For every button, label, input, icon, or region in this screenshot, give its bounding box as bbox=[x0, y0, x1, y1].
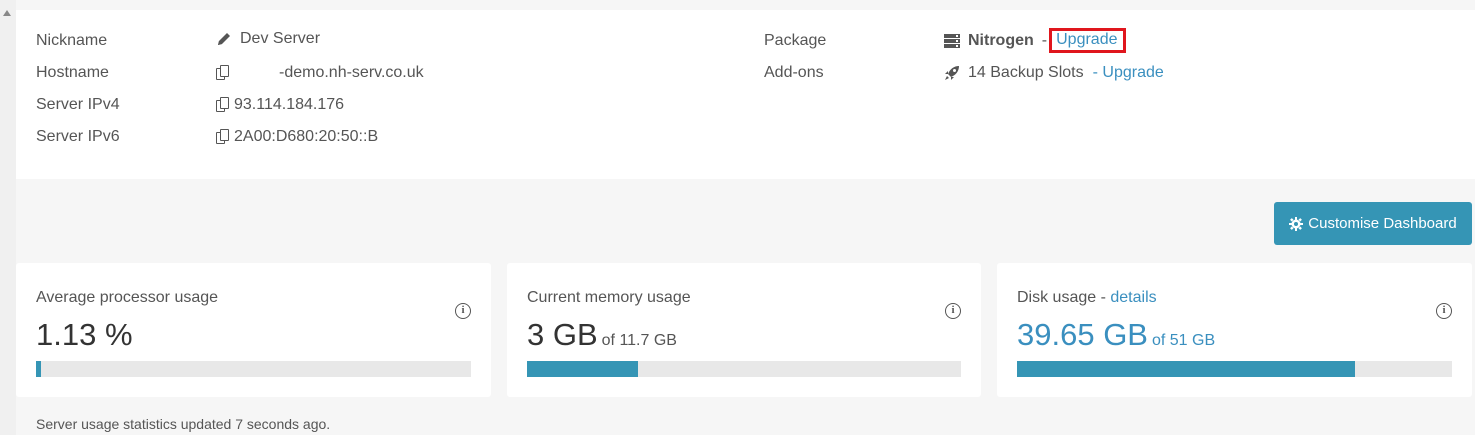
disk-card-title: Disk usage - details bbox=[1017, 289, 1157, 307]
cpu-usage-value: 1.13 % bbox=[36, 317, 133, 353]
addons-upgrade-link[interactable]: - Upgrade bbox=[1093, 64, 1164, 82]
memory-usage-bar-fill bbox=[527, 361, 638, 377]
package-name: Nitrogen bbox=[968, 31, 1034, 49]
copy-icon[interactable] bbox=[216, 65, 230, 81]
disk-usage-bar bbox=[1017, 361, 1452, 377]
info-icon[interactable]: i bbox=[455, 303, 471, 319]
hostname-label: Hostname bbox=[36, 64, 109, 81]
addons-value: 14 Backup Slots bbox=[968, 64, 1084, 81]
info-icon[interactable]: i bbox=[945, 303, 961, 319]
memory-usage-bar bbox=[527, 361, 961, 377]
scrollbar[interactable] bbox=[0, 0, 16, 435]
disk-total-text: of 51 GB bbox=[1151, 332, 1216, 349]
ipv6-field: 2A00:D680:20:50::B bbox=[216, 128, 378, 146]
info-icon[interactable]: i bbox=[1436, 303, 1452, 319]
memory-usage-card: Current memory usage 3 GB of 11.7 GB i bbox=[507, 263, 981, 397]
copy-icon[interactable] bbox=[216, 129, 230, 145]
memory-card-title: Current memory usage bbox=[527, 289, 691, 306]
cpu-card-title: Average processor usage bbox=[36, 289, 219, 306]
server-info-panel: Nickname Dev Server Hostname -demo.nh-se… bbox=[16, 10, 1475, 179]
package-label: Package bbox=[764, 32, 827, 49]
customise-dashboard-label: Customise Dashboard bbox=[1308, 215, 1457, 232]
rocket-icon bbox=[944, 65, 960, 81]
cpu-usage-bar bbox=[36, 361, 471, 377]
usage-stats-status: Server usage statistics updated 7 second… bbox=[36, 416, 331, 432]
memory-value-text: 3 GB bbox=[527, 317, 598, 352]
disk-title-text: Disk usage - bbox=[1017, 289, 1111, 306]
customise-dashboard-button[interactable]: Customise Dashboard bbox=[1274, 202, 1472, 245]
disk-usage-bar-fill bbox=[1017, 361, 1355, 377]
addons-field: 14 Backup Slots - Upgrade bbox=[944, 64, 1164, 82]
memory-usage-value: 3 GB of 11.7 GB bbox=[527, 317, 677, 353]
package-upgrade-link[interactable]: Upgrade bbox=[1056, 31, 1117, 48]
ipv4-label: Server IPv4 bbox=[36, 96, 120, 113]
nickname-label: Nickname bbox=[36, 32, 108, 49]
disk-usage-card: Disk usage - details 39.65 GB of 51 GB i bbox=[997, 263, 1472, 397]
disk-details-link[interactable]: details bbox=[1110, 289, 1156, 306]
gear-icon bbox=[1289, 216, 1304, 231]
ipv4-field: 93.114.184.176 bbox=[216, 96, 344, 114]
memory-total-text: of 11.7 GB bbox=[601, 332, 677, 349]
pencil-icon[interactable] bbox=[216, 31, 232, 47]
server-icon bbox=[944, 33, 960, 48]
nickname-value: Dev Server bbox=[240, 30, 321, 47]
disk-value-text: 39.65 GB bbox=[1017, 317, 1148, 352]
copy-icon[interactable] bbox=[216, 97, 230, 113]
cpu-usage-bar-fill bbox=[36, 361, 41, 377]
disk-usage-value: 39.65 GB of 51 GB bbox=[1017, 317, 1215, 353]
upgrade-highlight: Upgrade bbox=[1049, 28, 1127, 53]
hostname-field: -demo.nh-serv.co.uk bbox=[216, 64, 424, 82]
ipv4-value: 93.114.184.176 bbox=[234, 96, 345, 113]
cpu-value-text: 1.13 % bbox=[36, 317, 133, 352]
nickname-field[interactable]: Dev Server bbox=[216, 30, 320, 48]
ipv6-label: Server IPv6 bbox=[36, 128, 120, 145]
addons-label: Add-ons bbox=[764, 64, 824, 81]
package-separator: - bbox=[1041, 31, 1048, 49]
ipv6-value: 2A00:D680:20:50::B bbox=[234, 128, 379, 145]
scroll-up-arrow-icon[interactable] bbox=[3, 10, 11, 16]
hostname-value: -demo.nh-serv.co.uk bbox=[279, 64, 424, 81]
package-field: Nitrogen - Upgrade bbox=[944, 28, 1127, 53]
cpu-usage-card: Average processor usage 1.13 % i bbox=[16, 263, 491, 397]
